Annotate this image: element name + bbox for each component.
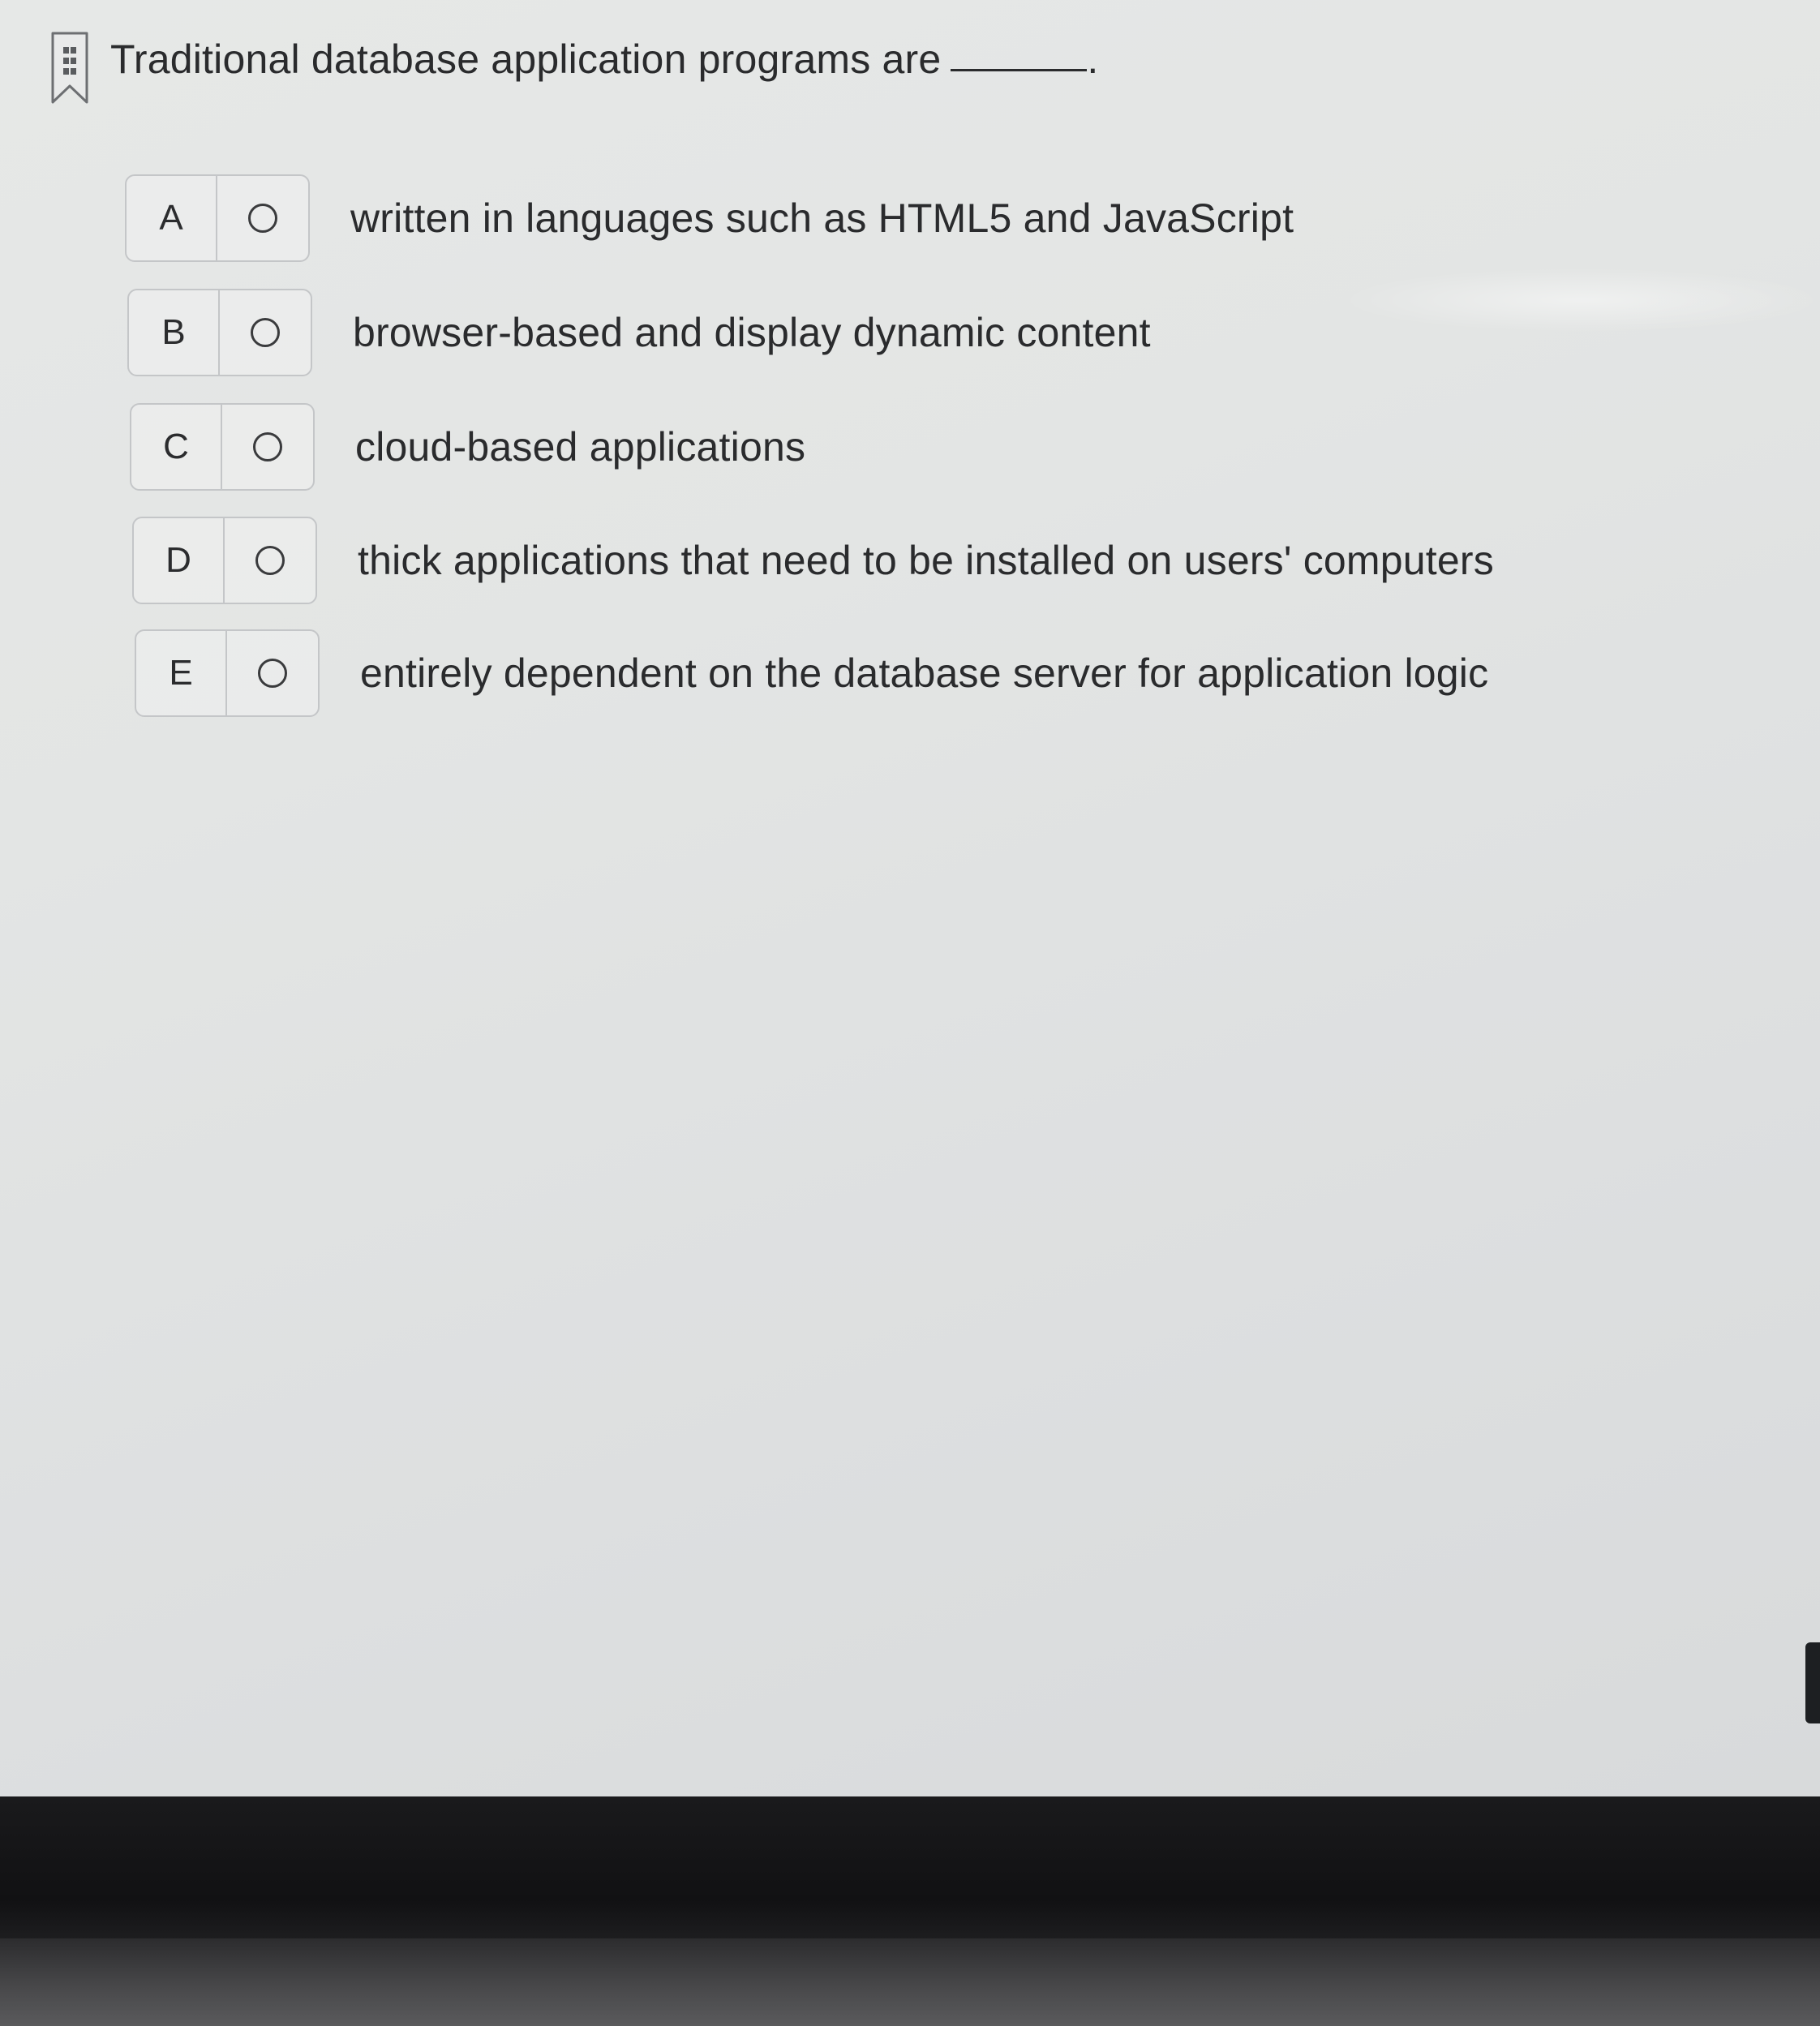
option-a[interactable]: A written in languages such as HTML5 and… [125, 174, 1294, 263]
option-selector[interactable]: A [125, 174, 310, 262]
question-prompt: Traditional database application program… [110, 36, 1099, 83]
radio-button-icon[interactable] [253, 432, 282, 461]
option-selector[interactable]: E [135, 629, 320, 717]
option-letter: A [127, 176, 217, 260]
scroll-handle[interactable] [1805, 1642, 1820, 1723]
option-letter: B [129, 290, 220, 375]
option-letter: D [134, 518, 225, 603]
option-letter: E [136, 631, 227, 715]
option-text[interactable]: cloud-based applications [355, 423, 805, 470]
radio-button-icon[interactable] [251, 318, 280, 347]
quiz-screen: Traditional database application program… [0, 0, 1820, 1796]
radio-button[interactable] [220, 290, 311, 375]
option-e[interactable]: E entirely dependent on the database ser… [135, 629, 1488, 718]
option-selector[interactable]: C [130, 403, 315, 491]
option-letter: C [131, 405, 222, 489]
monitor-bezel-edge [0, 1938, 1820, 2026]
radio-button[interactable] [222, 405, 313, 489]
option-text[interactable]: browser-based and display dynamic conten… [353, 309, 1151, 356]
option-text[interactable]: written in languages such as HTML5 and J… [350, 195, 1294, 242]
radio-button-icon[interactable] [258, 659, 287, 688]
answer-blank [951, 69, 1088, 71]
radio-button-icon[interactable] [248, 204, 277, 233]
radio-button-icon[interactable] [255, 546, 285, 575]
option-text[interactable]: entirely dependent on the database serve… [360, 650, 1488, 697]
question-end-punct: . [1087, 36, 1099, 82]
option-selector[interactable]: B [127, 289, 312, 376]
radio-button[interactable] [227, 631, 318, 715]
option-selector[interactable]: D [132, 517, 317, 604]
bookmark-icon[interactable] [50, 31, 89, 105]
radio-button[interactable] [225, 518, 315, 603]
radio-button[interactable] [217, 176, 308, 260]
question-text: Traditional database application program… [110, 36, 942, 82]
option-text[interactable]: thick applications that need to be insta… [358, 537, 1494, 584]
option-c[interactable]: C cloud-based applications [130, 402, 805, 491]
option-d[interactable]: D thick applications that need to be ins… [132, 516, 1494, 605]
option-b[interactable]: B browser-based and display dynamic cont… [127, 288, 1151, 377]
